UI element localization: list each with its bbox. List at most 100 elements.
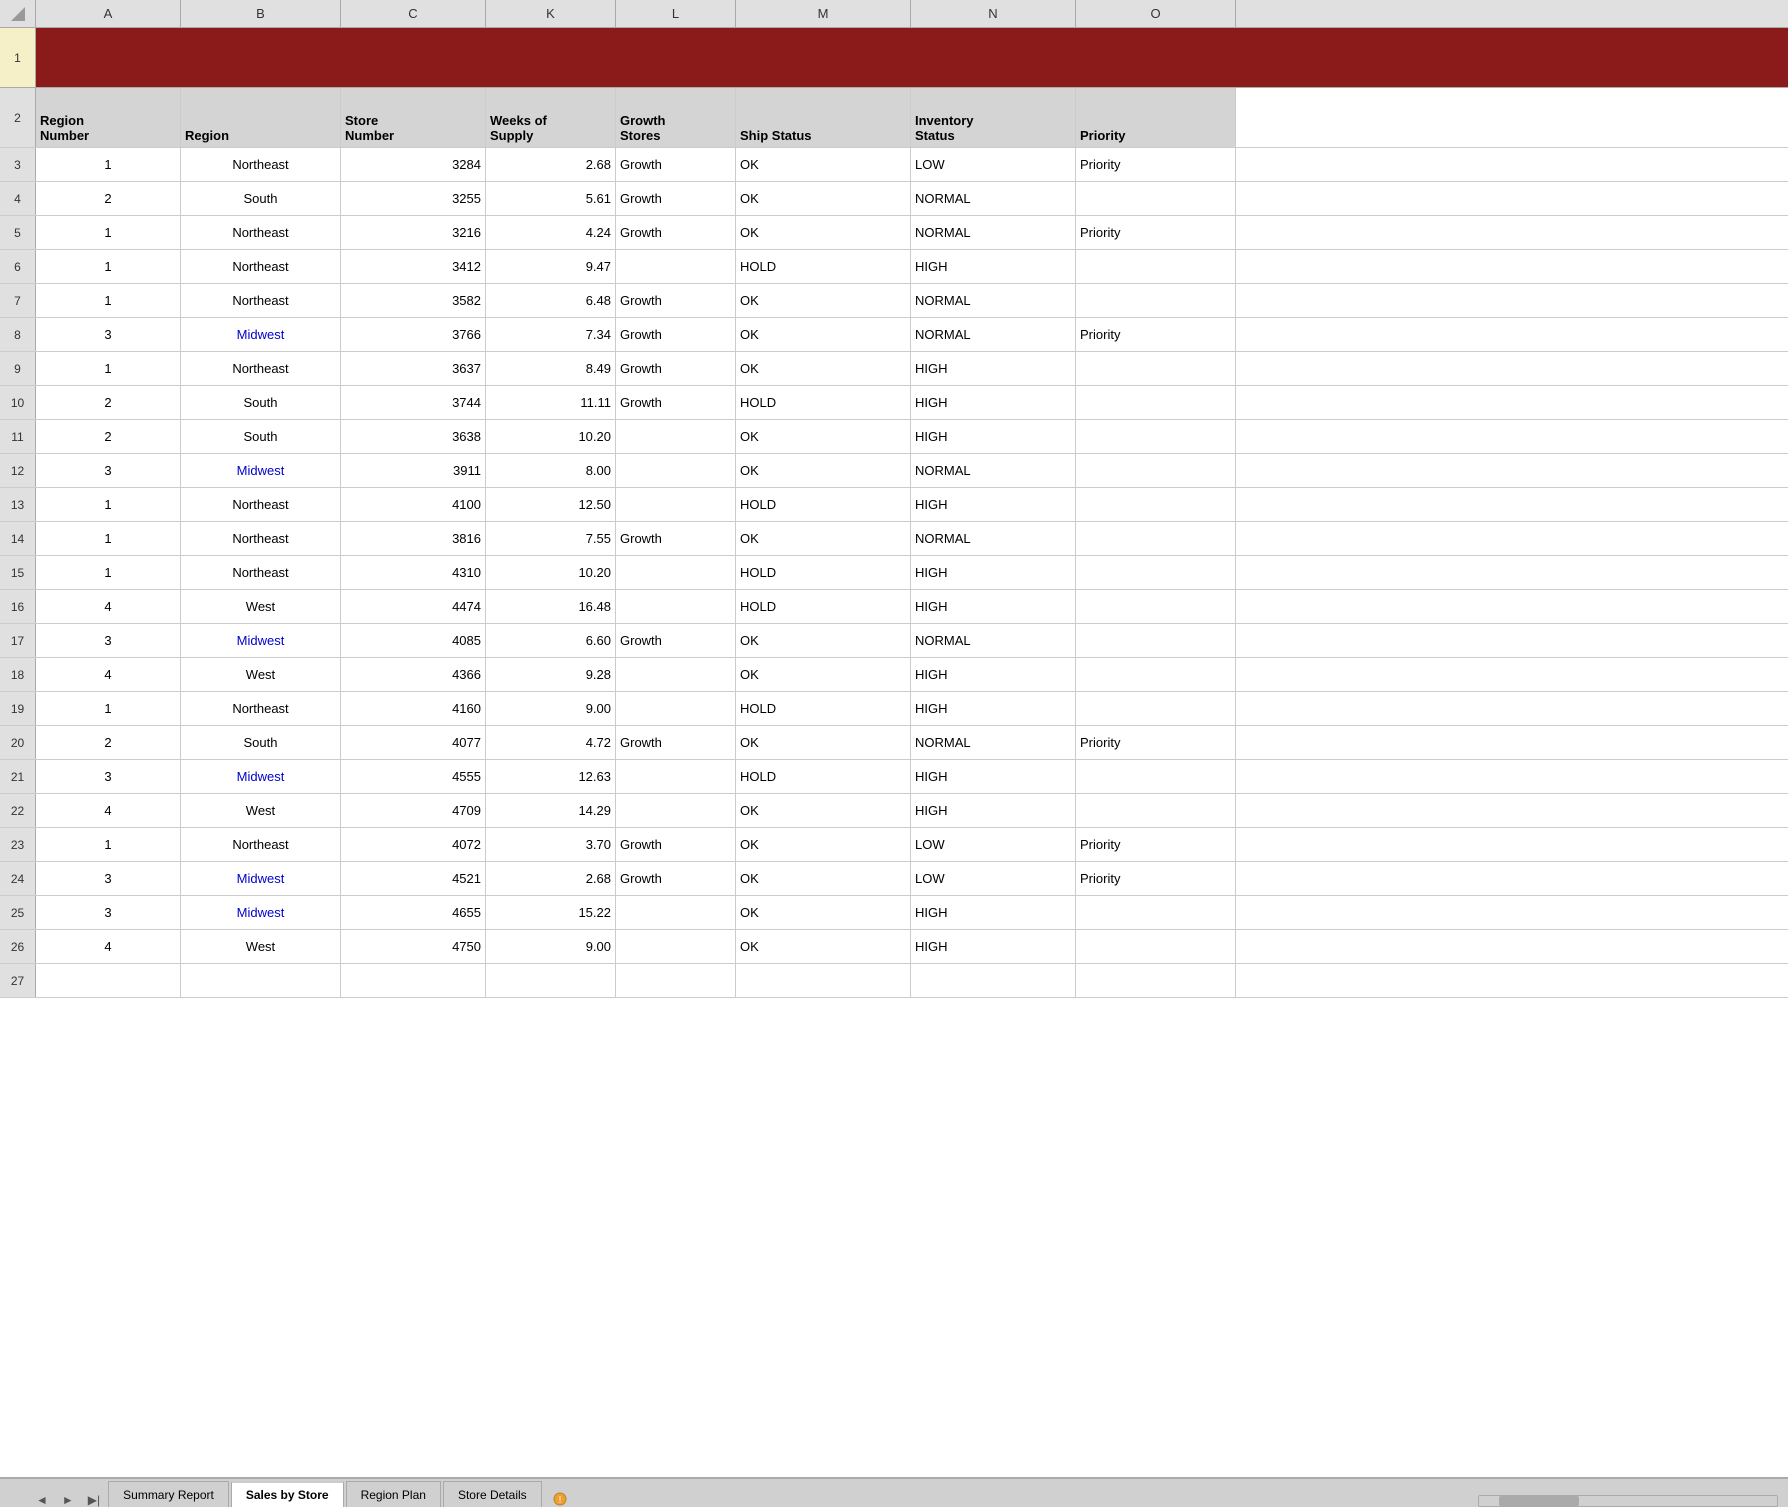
cell-3-c[interactable]: 3284 bbox=[341, 148, 486, 181]
cell-26-k[interactable]: 9.00 bbox=[486, 930, 616, 963]
cell-24-k[interactable]: 2.68 bbox=[486, 862, 616, 895]
cell-26-b[interactable]: West bbox=[181, 930, 341, 963]
cell-17-b[interactable]: Midwest bbox=[181, 624, 341, 657]
cell-23-c[interactable]: 4072 bbox=[341, 828, 486, 861]
cell-22-a[interactable]: 4 bbox=[36, 794, 181, 827]
cell-7-b[interactable]: Northeast bbox=[181, 284, 341, 317]
cell-25-l[interactable] bbox=[616, 896, 736, 929]
cell-21-l[interactable] bbox=[616, 760, 736, 793]
cell-15-o[interactable] bbox=[1076, 556, 1236, 589]
cell-27-c[interactable] bbox=[341, 964, 486, 997]
cell-11-l[interactable] bbox=[616, 420, 736, 453]
cell-4-n[interactable]: NORMAL bbox=[911, 182, 1076, 215]
cell-9-m[interactable]: OK bbox=[736, 352, 911, 385]
col-header-k[interactable]: K bbox=[486, 0, 616, 27]
col-header-m[interactable]: M bbox=[736, 0, 911, 27]
cell-4-b[interactable]: South bbox=[181, 182, 341, 215]
cell-15-n[interactable]: HIGH bbox=[911, 556, 1076, 589]
cell-24-a[interactable]: 3 bbox=[36, 862, 181, 895]
cell-20-l[interactable]: Growth bbox=[616, 726, 736, 759]
cell-24-n[interactable]: LOW bbox=[911, 862, 1076, 895]
cell-3-m[interactable]: OK bbox=[736, 148, 911, 181]
cell-5-n[interactable]: NORMAL bbox=[911, 216, 1076, 249]
cell-6-c[interactable]: 3412 bbox=[341, 250, 486, 283]
cell-14-a[interactable]: 1 bbox=[36, 522, 181, 555]
cell-9-n[interactable]: HIGH bbox=[911, 352, 1076, 385]
cell-26-m[interactable]: OK bbox=[736, 930, 911, 963]
cell-27-a[interactable] bbox=[36, 964, 181, 997]
cell-18-m[interactable]: OK bbox=[736, 658, 911, 691]
cell-8-l[interactable]: Growth bbox=[616, 318, 736, 351]
cell-22-l[interactable] bbox=[616, 794, 736, 827]
cell-9-k[interactable]: 8.49 bbox=[486, 352, 616, 385]
cell-7-k[interactable]: 6.48 bbox=[486, 284, 616, 317]
cell-4-c[interactable]: 3255 bbox=[341, 182, 486, 215]
cell-17-a[interactable]: 3 bbox=[36, 624, 181, 657]
cell-19-k[interactable]: 9.00 bbox=[486, 692, 616, 725]
cell-11-n[interactable]: HIGH bbox=[911, 420, 1076, 453]
cell-24-c[interactable]: 4521 bbox=[341, 862, 486, 895]
cell-24-b[interactable]: Midwest bbox=[181, 862, 341, 895]
cell-26-l[interactable] bbox=[616, 930, 736, 963]
cell-22-c[interactable]: 4709 bbox=[341, 794, 486, 827]
cell-6-a[interactable]: 1 bbox=[36, 250, 181, 283]
cell-23-m[interactable]: OK bbox=[736, 828, 911, 861]
tab-sales-by-store[interactable]: Sales by Store bbox=[231, 1481, 344, 1507]
cell-13-b[interactable]: Northeast bbox=[181, 488, 341, 521]
cell-14-c[interactable]: 3816 bbox=[341, 522, 486, 555]
cell-5-k[interactable]: 4.24 bbox=[486, 216, 616, 249]
cell-7-l[interactable]: Growth bbox=[616, 284, 736, 317]
cell-18-b[interactable]: West bbox=[181, 658, 341, 691]
cell-9-b[interactable]: Northeast bbox=[181, 352, 341, 385]
cell-21-o[interactable] bbox=[1076, 760, 1236, 793]
tab-nav-last[interactable]: ▶| bbox=[82, 1493, 106, 1507]
cell-14-k[interactable]: 7.55 bbox=[486, 522, 616, 555]
cell-23-l[interactable]: Growth bbox=[616, 828, 736, 861]
cell-24-m[interactable]: OK bbox=[736, 862, 911, 895]
cell-16-a[interactable]: 4 bbox=[36, 590, 181, 623]
cell-13-c[interactable]: 4100 bbox=[341, 488, 486, 521]
cell-8-m[interactable]: OK bbox=[736, 318, 911, 351]
cell-5-b[interactable]: Northeast bbox=[181, 216, 341, 249]
cell-16-l[interactable] bbox=[616, 590, 736, 623]
cell-7-a[interactable]: 1 bbox=[36, 284, 181, 317]
cell-27-k[interactable] bbox=[486, 964, 616, 997]
cell-13-o[interactable] bbox=[1076, 488, 1236, 521]
cell-27-o[interactable] bbox=[1076, 964, 1236, 997]
col-header-o[interactable]: O bbox=[1076, 0, 1236, 27]
cell-18-o[interactable] bbox=[1076, 658, 1236, 691]
cell-10-c[interactable]: 3744 bbox=[341, 386, 486, 419]
cell-10-o[interactable] bbox=[1076, 386, 1236, 419]
cell-19-a[interactable]: 1 bbox=[36, 692, 181, 725]
cell-25-c[interactable]: 4655 bbox=[341, 896, 486, 929]
tab-store-details[interactable]: Store Details bbox=[443, 1481, 542, 1507]
cell-5-c[interactable]: 3216 bbox=[341, 216, 486, 249]
cell-25-b[interactable]: Midwest bbox=[181, 896, 341, 929]
cell-27-n[interactable] bbox=[911, 964, 1076, 997]
cell-20-m[interactable]: OK bbox=[736, 726, 911, 759]
cell-9-c[interactable]: 3637 bbox=[341, 352, 486, 385]
cell-16-c[interactable]: 4474 bbox=[341, 590, 486, 623]
cell-3-b[interactable]: Northeast bbox=[181, 148, 341, 181]
cell-19-b[interactable]: Northeast bbox=[181, 692, 341, 725]
cell-16-m[interactable]: HOLD bbox=[736, 590, 911, 623]
cell-3-a[interactable]: 1 bbox=[36, 148, 181, 181]
cell-23-a[interactable]: 1 bbox=[36, 828, 181, 861]
cell-13-l[interactable] bbox=[616, 488, 736, 521]
cell-27-l[interactable] bbox=[616, 964, 736, 997]
cell-19-l[interactable] bbox=[616, 692, 736, 725]
cell-14-o[interactable] bbox=[1076, 522, 1236, 555]
cell-8-c[interactable]: 3766 bbox=[341, 318, 486, 351]
cell-12-k[interactable]: 8.00 bbox=[486, 454, 616, 487]
cell-19-m[interactable]: HOLD bbox=[736, 692, 911, 725]
cell-21-c[interactable]: 4555 bbox=[341, 760, 486, 793]
cell-4-k[interactable]: 5.61 bbox=[486, 182, 616, 215]
cell-22-n[interactable]: HIGH bbox=[911, 794, 1076, 827]
cell-5-o[interactable]: Priority bbox=[1076, 216, 1236, 249]
cell-5-l[interactable]: Growth bbox=[616, 216, 736, 249]
cell-20-n[interactable]: NORMAL bbox=[911, 726, 1076, 759]
cell-15-k[interactable]: 10.20 bbox=[486, 556, 616, 589]
cell-4-o[interactable] bbox=[1076, 182, 1236, 215]
tab-nav-prev[interactable]: ◄ bbox=[30, 1493, 54, 1507]
cell-23-n[interactable]: LOW bbox=[911, 828, 1076, 861]
